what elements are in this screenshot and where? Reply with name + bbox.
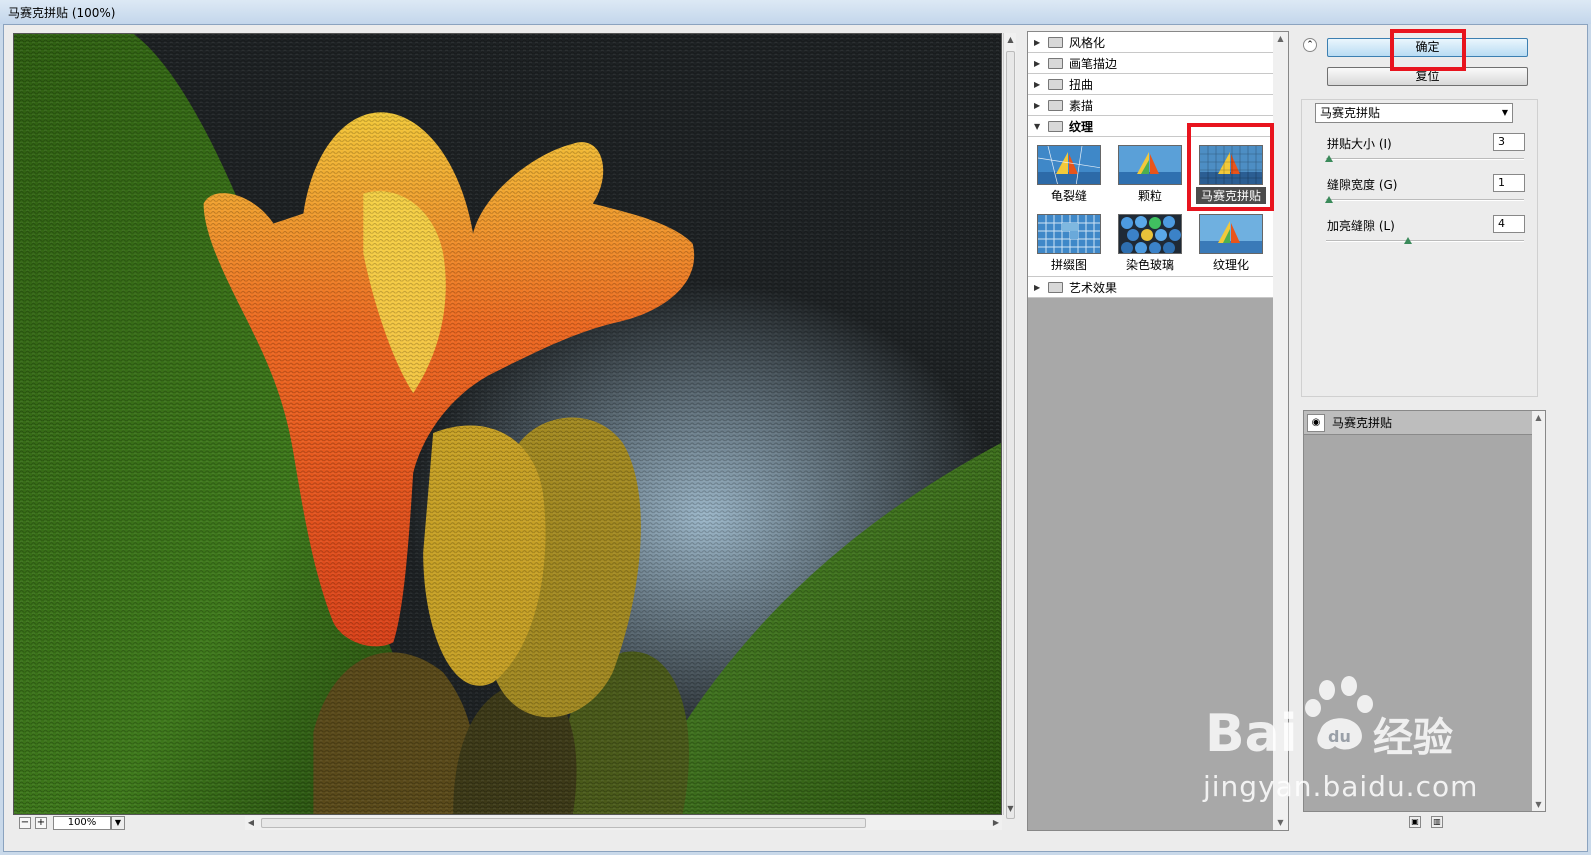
preview-vertical-scrollbar[interactable]: ▲ ▼ bbox=[1003, 33, 1017, 819]
tile-size-input[interactable]: 3 bbox=[1493, 133, 1525, 151]
scroll-thumb[interactable] bbox=[261, 818, 866, 828]
new-effect-layer-icon[interactable]: ▣ bbox=[1409, 816, 1421, 828]
scroll-up-icon[interactable]: ▲ bbox=[1273, 32, 1288, 46]
collapse-panel-icon[interactable]: ⌃ bbox=[1303, 38, 1317, 52]
preview-horizontal-scrollbar[interactable]: ◀ ▶ bbox=[245, 816, 1002, 830]
category-texture[interactable]: ▼ 纹理 bbox=[1028, 116, 1273, 137]
filter-stained-glass[interactable]: 染色玻璃 bbox=[1115, 210, 1185, 274]
collapse-triangle-icon[interactable]: ▼ bbox=[1034, 122, 1044, 131]
reset-button[interactable]: 复位 bbox=[1327, 67, 1528, 86]
category-distort[interactable]: ▶ 扭曲 bbox=[1028, 74, 1273, 95]
folder-icon bbox=[1048, 36, 1063, 48]
lighten-grout-input[interactable]: 4 bbox=[1493, 215, 1525, 233]
expand-triangle-icon[interactable]: ▶ bbox=[1034, 59, 1044, 68]
filter-craquelure[interactable]: 龟裂缝 bbox=[1034, 141, 1104, 205]
filter-label: 纹理化 bbox=[1212, 258, 1249, 272]
folder-icon bbox=[1048, 99, 1063, 111]
lighten-grout-label: 加亮缝隙 (L) bbox=[1327, 219, 1395, 233]
filter-thumbnail bbox=[1118, 214, 1182, 254]
category-label: 扭曲 bbox=[1069, 77, 1094, 92]
window-titlebar: 马赛克拼贴 (100%) bbox=[0, 0, 1591, 24]
filter-thumbnail bbox=[1037, 214, 1101, 254]
filter-patchwork[interactable]: 拼缀图 bbox=[1034, 210, 1104, 274]
expand-triangle-icon[interactable]: ▶ bbox=[1034, 38, 1044, 47]
zoom-out-button[interactable]: − bbox=[19, 817, 31, 829]
category-label: 素描 bbox=[1069, 98, 1094, 113]
category-stylize[interactable]: ▶ 风格化 bbox=[1028, 32, 1273, 53]
scroll-thumb[interactable] bbox=[1006, 51, 1015, 819]
category-label: 艺术效果 bbox=[1069, 280, 1118, 295]
zoom-dropdown-icon[interactable]: ▼ bbox=[111, 816, 125, 830]
expand-triangle-icon[interactable]: ▶ bbox=[1034, 80, 1044, 89]
effect-layer-row[interactable]: ◉ 马赛克拼贴 bbox=[1304, 411, 1532, 435]
scroll-up-icon[interactable]: ▲ bbox=[1532, 411, 1545, 424]
scroll-down-icon[interactable]: ▼ bbox=[1532, 798, 1545, 811]
grout-width-slider[interactable] bbox=[1326, 199, 1524, 201]
filter-mosaic-tiles[interactable]: 马赛克拼贴 bbox=[1196, 141, 1266, 205]
lighten-grout-slider[interactable] bbox=[1326, 240, 1524, 242]
folder-icon bbox=[1048, 78, 1063, 90]
window-title: 马赛克拼贴 (100%) bbox=[8, 6, 116, 20]
grout-width-label: 缝隙宽度 (G) bbox=[1327, 178, 1398, 192]
scroll-left-icon[interactable]: ◀ bbox=[245, 816, 257, 830]
grout-width-slider-thumb[interactable] bbox=[1325, 196, 1333, 203]
folder-icon bbox=[1048, 281, 1063, 293]
category-label: 画笔描边 bbox=[1069, 56, 1118, 71]
lighten-grout-slider-thumb[interactable] bbox=[1404, 237, 1413, 244]
category-artistic[interactable]: ▶ 艺术效果 bbox=[1028, 277, 1273, 298]
preview-image bbox=[14, 34, 1001, 814]
filter-thumbnail bbox=[1199, 214, 1263, 254]
filter-thumbnail bbox=[1037, 145, 1101, 185]
filter-thumbnail bbox=[1199, 145, 1263, 185]
category-label: 风格化 bbox=[1069, 35, 1106, 50]
filter-tree-scrollbar[interactable]: ▲ ▼ bbox=[1273, 32, 1288, 830]
category-label: 纹理 bbox=[1069, 119, 1094, 134]
scroll-down-icon[interactable]: ▼ bbox=[1004, 802, 1017, 815]
preview-canvas[interactable] bbox=[13, 33, 1002, 815]
scroll-right-icon[interactable]: ▶ bbox=[990, 816, 1002, 830]
scroll-down-icon[interactable]: ▼ bbox=[1273, 816, 1288, 830]
filter-grain[interactable]: 颗粒 bbox=[1115, 141, 1185, 205]
filter-label: 颗粒 bbox=[1137, 189, 1162, 203]
zoom-in-button[interactable]: + bbox=[35, 817, 47, 829]
category-sketch[interactable]: ▶ 素描 bbox=[1028, 95, 1273, 116]
filter-label: 龟裂缝 bbox=[1050, 189, 1087, 203]
layers-scrollbar[interactable]: ▲ ▼ bbox=[1532, 411, 1545, 811]
filter-thumbnail bbox=[1118, 145, 1182, 185]
ok-button[interactable]: 确定 bbox=[1327, 38, 1528, 57]
texture-filter-thumbnails: 龟裂缝 颗粒 马赛克拼贴 拼缀图 染色玻璃 纹理化 bbox=[1028, 137, 1273, 277]
expand-triangle-icon[interactable]: ▶ bbox=[1034, 101, 1044, 110]
filter-label: 马赛克拼贴 bbox=[1196, 187, 1266, 204]
category-brush-strokes[interactable]: ▶ 画笔描边 bbox=[1028, 53, 1273, 74]
tile-size-slider-thumb[interactable] bbox=[1325, 155, 1333, 162]
zoom-level-field[interactable]: 100% bbox=[53, 816, 111, 830]
folder-icon bbox=[1048, 57, 1063, 69]
filter-label: 拼缀图 bbox=[1050, 258, 1087, 272]
expand-triangle-icon[interactable]: ▶ bbox=[1034, 283, 1044, 292]
filter-label: 染色玻璃 bbox=[1125, 258, 1174, 272]
grout-width-input[interactable]: 1 bbox=[1493, 174, 1525, 192]
filter-select[interactable]: 马赛克拼贴 ▼ bbox=[1315, 103, 1513, 123]
dropdown-arrow-icon: ▼ bbox=[1501, 108, 1508, 117]
filter-select-value: 马赛克拼贴 bbox=[1320, 106, 1381, 120]
filter-texturizer[interactable]: 纹理化 bbox=[1196, 210, 1266, 274]
filter-category-panel: ▶ 风格化 ▶ 画笔描边 ▶ 扭曲 ▶ 素描 ▼ 纹理 龟裂缝 颗粒 马赛克拼贴… bbox=[1027, 31, 1289, 831]
folder-open-icon bbox=[1048, 120, 1063, 132]
effect-layer-label: 马赛克拼贴 bbox=[1332, 416, 1393, 430]
preview-zoom-bar: − + 100% ▼ ◀ ▶ bbox=[13, 815, 1002, 831]
tile-size-slider[interactable] bbox=[1326, 158, 1524, 160]
tile-size-label: 拼贴大小 (I) bbox=[1327, 137, 1392, 151]
trash-icon[interactable]: ▥ bbox=[1431, 816, 1443, 828]
scroll-up-icon[interactable]: ▲ bbox=[1004, 33, 1017, 46]
effect-layers-panel: ◉ 马赛克拼贴 ▲ ▼ bbox=[1303, 410, 1546, 812]
watermark-url: jingyan.baidu.com bbox=[1203, 770, 1479, 803]
eye-icon[interactable]: ◉ bbox=[1307, 414, 1325, 432]
